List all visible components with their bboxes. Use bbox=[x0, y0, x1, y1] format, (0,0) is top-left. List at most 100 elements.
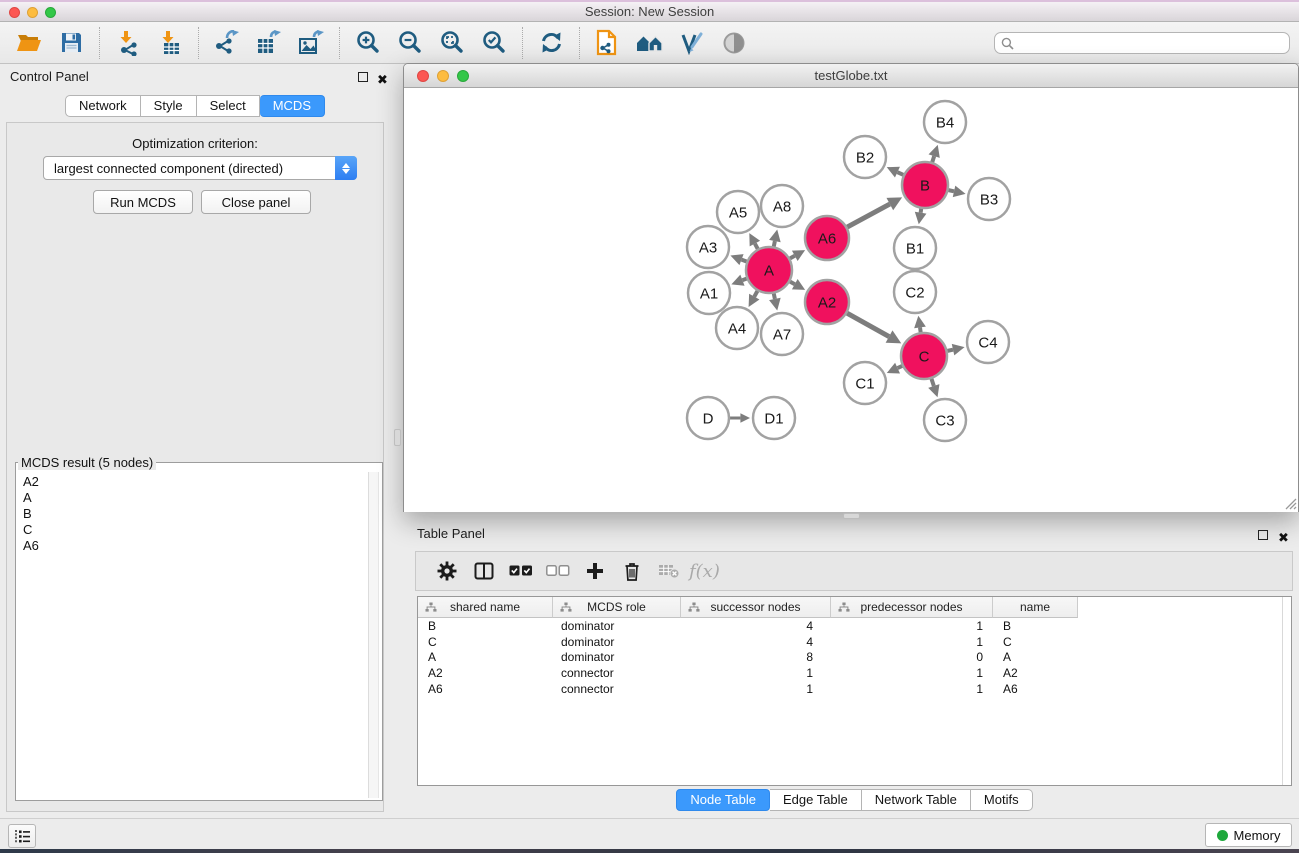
result-item[interactable]: A6 bbox=[23, 538, 382, 554]
column-header-successor-nodes[interactable]: successor nodes bbox=[681, 597, 831, 618]
node-A6[interactable]: A6 bbox=[805, 216, 849, 260]
edge-A-A8[interactable] bbox=[769, 230, 781, 247]
node-B[interactable]: B bbox=[902, 162, 948, 208]
node-A3[interactable]: A3 bbox=[687, 226, 729, 268]
delete-column-button[interactable] bbox=[613, 555, 650, 587]
import-network-button[interactable] bbox=[107, 25, 149, 61]
function-builder-icon[interactable]: f(x) bbox=[689, 561, 720, 582]
zoom-selected-button[interactable] bbox=[473, 25, 515, 61]
tab-network-table[interactable]: Network Table bbox=[862, 789, 971, 811]
edge-A-A5[interactable] bbox=[749, 233, 760, 249]
result-item[interactable]: C bbox=[23, 522, 382, 538]
close-panel-button-mcds[interactable]: Close panel bbox=[201, 190, 311, 214]
node-D[interactable]: D bbox=[687, 397, 729, 439]
add-column-button[interactable] bbox=[576, 555, 613, 587]
node-A2[interactable]: A2 bbox=[805, 280, 849, 324]
edge-C-C1[interactable] bbox=[887, 363, 902, 374]
table-row[interactable]: Bdominator41B bbox=[418, 618, 1291, 634]
table-float-button[interactable] bbox=[1258, 529, 1271, 542]
node-A8[interactable]: A8 bbox=[761, 185, 803, 227]
deselect-checkboxes-button[interactable] bbox=[539, 555, 576, 587]
edge-A-A7[interactable] bbox=[769, 294, 781, 311]
table-row[interactable]: Cdominator41C bbox=[418, 634, 1291, 650]
tab-edge-table[interactable]: Edge Table bbox=[770, 789, 862, 811]
node-A5[interactable]: A5 bbox=[717, 191, 759, 233]
criterion-select[interactable]: largest connected component (directed) bbox=[43, 156, 357, 180]
edge-B-B1[interactable] bbox=[915, 209, 927, 225]
gear-button[interactable] bbox=[428, 555, 465, 587]
vertical-splitter-handle[interactable] bbox=[394, 429, 401, 446]
save-session-button[interactable] bbox=[50, 25, 92, 61]
refresh-button[interactable] bbox=[530, 25, 572, 61]
export-table-button[interactable] bbox=[248, 25, 290, 61]
node-A1[interactable]: A1 bbox=[688, 272, 730, 314]
close-panel-button[interactable]: ✖ bbox=[377, 71, 390, 84]
annotation-pen-button[interactable] bbox=[671, 25, 713, 61]
table-row[interactable]: A6connector11A6 bbox=[418, 681, 1291, 697]
result-item[interactable]: A2 bbox=[23, 474, 382, 490]
close-window-button[interactable] bbox=[9, 7, 20, 18]
zoom-out-button[interactable] bbox=[389, 25, 431, 61]
edge-D-D1[interactable] bbox=[730, 413, 750, 423]
split-columns-button[interactable] bbox=[465, 555, 502, 587]
minimize-window-button[interactable] bbox=[27, 7, 38, 18]
zoom-window-button[interactable] bbox=[45, 7, 56, 18]
table-row[interactable]: Adominator80A bbox=[418, 650, 1291, 666]
tab-mcds[interactable]: MCDS bbox=[260, 95, 325, 117]
node-C1[interactable]: C1 bbox=[844, 362, 886, 404]
horizontal-splitter-handle[interactable] bbox=[843, 513, 860, 519]
node-C[interactable]: C bbox=[901, 333, 947, 379]
edge-C-C2[interactable] bbox=[914, 316, 926, 332]
edge-A-A2[interactable] bbox=[790, 279, 805, 290]
select-all-checkboxes-button[interactable] bbox=[502, 555, 539, 587]
column-header-shared-name[interactable]: shared name bbox=[418, 597, 553, 618]
table-close-button[interactable]: ✖ bbox=[1278, 529, 1291, 542]
edge-A-A6[interactable] bbox=[790, 250, 805, 261]
table-scrollbar[interactable] bbox=[1282, 597, 1283, 785]
column-header-name[interactable]: name bbox=[993, 597, 1078, 618]
search-field[interactable] bbox=[994, 32, 1290, 54]
show-panels-button[interactable] bbox=[8, 824, 36, 848]
edge-A-A4[interactable] bbox=[749, 291, 760, 307]
import-table-button[interactable] bbox=[149, 25, 191, 61]
delete-table-button[interactable] bbox=[650, 555, 687, 587]
edge-B-B4[interactable] bbox=[929, 145, 940, 162]
node-C3[interactable]: C3 bbox=[924, 399, 966, 441]
tab-network[interactable]: Network bbox=[65, 95, 141, 117]
run-mcds-button[interactable]: Run MCDS bbox=[93, 190, 193, 214]
node-B3[interactable]: B3 bbox=[968, 178, 1010, 220]
app-titlebar[interactable]: Session: New Session bbox=[0, 0, 1299, 22]
network-zoom-button[interactable] bbox=[457, 70, 469, 82]
show-all-networks-button[interactable] bbox=[629, 25, 671, 61]
node-C2[interactable]: C2 bbox=[894, 271, 936, 313]
node-D1[interactable]: D1 bbox=[753, 397, 795, 439]
open-session-button[interactable] bbox=[8, 25, 50, 61]
result-item[interactable]: A bbox=[23, 490, 382, 506]
edge-C-C4[interactable] bbox=[947, 344, 964, 356]
float-panel-button[interactable] bbox=[358, 71, 371, 84]
node-B1[interactable]: B1 bbox=[894, 227, 936, 269]
search-input[interactable] bbox=[1014, 34, 1283, 52]
graphics-detail-eye-button[interactable] bbox=[713, 25, 755, 61]
node-B2[interactable]: B2 bbox=[844, 136, 886, 178]
network-minimize-button[interactable] bbox=[437, 70, 449, 82]
network-graph[interactable]: AA1A2A3A4A5A6A7A8BB1B2B3B4CC1C2C3C4DD1 bbox=[404, 89, 1298, 512]
zoom-fit-button[interactable] bbox=[431, 25, 473, 61]
edge-A2-C[interactable] bbox=[847, 313, 901, 343]
node-C4[interactable]: C4 bbox=[967, 321, 1009, 363]
zoom-in-button[interactable] bbox=[347, 25, 389, 61]
result-item[interactable]: B bbox=[23, 506, 382, 522]
export-image-button[interactable] bbox=[290, 25, 332, 61]
node-A[interactable]: A bbox=[746, 247, 792, 293]
tab-select[interactable]: Select bbox=[197, 95, 260, 117]
column-header-predecessor-nodes[interactable]: predecessor nodes bbox=[831, 597, 993, 618]
edge-B-B3[interactable] bbox=[948, 186, 965, 198]
table-row[interactable]: A2connector11A2 bbox=[418, 665, 1291, 681]
node-A7[interactable]: A7 bbox=[761, 313, 803, 355]
network-snapshot-button[interactable] bbox=[587, 25, 629, 61]
resize-grip-icon[interactable] bbox=[1282, 495, 1297, 510]
network-close-button[interactable] bbox=[417, 70, 429, 82]
control-panel-header[interactable]: Control Panel ✖ bbox=[0, 66, 390, 90]
edge-A-A3[interactable] bbox=[730, 254, 746, 265]
tab-motifs[interactable]: Motifs bbox=[971, 789, 1033, 811]
